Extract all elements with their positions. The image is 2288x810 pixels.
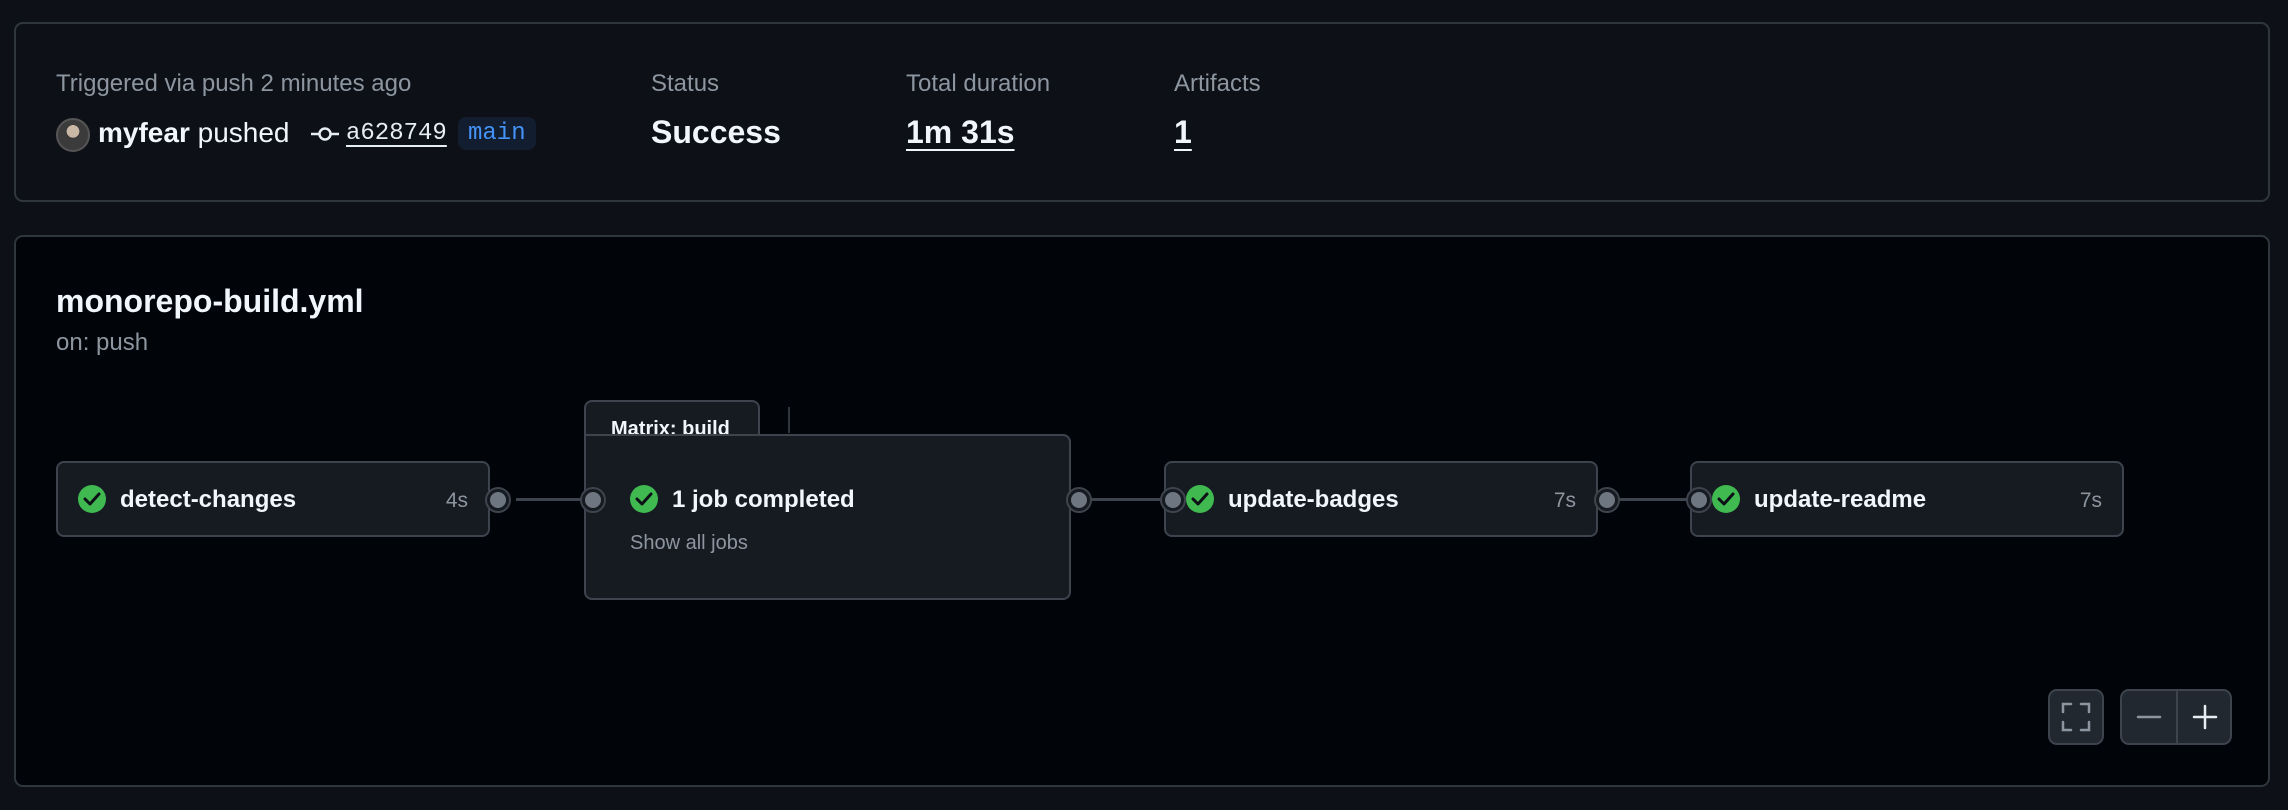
fullscreen-icon [2061,702,2091,732]
status-label: Status [651,70,720,97]
commit-sha-link[interactable]: a628749 [346,120,447,147]
check-circle-icon [630,485,658,513]
check-circle-icon [1186,485,1214,513]
actor-name[interactable]: myfear [98,117,190,148]
job-duration: 7s [1553,489,1576,512]
actor-action: pushed [197,117,290,148]
workflow-file-name[interactable]: monorepo-build.yml [56,283,364,320]
plus-icon [2192,704,2218,730]
show-all-jobs-link[interactable]: Show all jobs [630,532,748,555]
duration-link[interactable]: 1m 31s [906,114,1015,151]
branch-badge[interactable]: main [458,117,536,150]
connector-out [485,487,511,513]
matrix-tab-divider [788,407,790,433]
connector-out [1066,487,1092,513]
job-name: detect-changes [120,486,297,513]
job-update-badges[interactable]: update-badges 7s [1164,461,1598,537]
artifacts-label: Artifacts [1174,70,1261,97]
connector-in [1160,487,1186,513]
job-name: update-badges [1228,486,1399,513]
matrix-tab: Matrix: build [584,400,760,440]
check-circle-icon [78,485,106,513]
check-circle-icon [1712,485,1740,513]
connector-out [1594,487,1620,513]
zoom-in-button[interactable] [2178,691,2232,743]
connector-in [1686,487,1712,513]
trigger-text: Triggered via push 2 minutes ago [56,70,412,97]
zoom-out-button[interactable] [2122,691,2176,743]
status-value: Success [651,114,781,150]
actor-line: myfear pushed [98,117,290,149]
job-duration: 4s [445,489,468,512]
zoom-controls [2120,689,2232,745]
connector-in [580,487,606,513]
job-name: update-readme [1754,486,1927,513]
matrix-completed-text: 1 job completed [672,486,855,513]
job-duration: 7s [2079,489,2102,512]
run-summary-panel: Triggered via push 2 minutes ago myfear … [14,22,2270,202]
minus-icon [2136,715,2162,719]
artifacts-link[interactable]: 1 [1174,114,1192,151]
matrix-build-group[interactable]: 1 job completed Show all jobs [584,434,1071,600]
job-update-readme[interactable]: update-readme 7s [1690,461,2124,537]
workflow-graph-panel: monorepo-build.yml on: push detect-chang… [14,235,2270,787]
fullscreen-button[interactable] [2048,689,2104,745]
workflow-trigger: on: push [56,329,149,356]
avatar[interactable] [56,118,90,152]
duration-label: Total duration [906,70,1051,97]
job-detect-changes[interactable]: detect-changes 4s [56,461,490,537]
commit-icon [311,127,339,141]
